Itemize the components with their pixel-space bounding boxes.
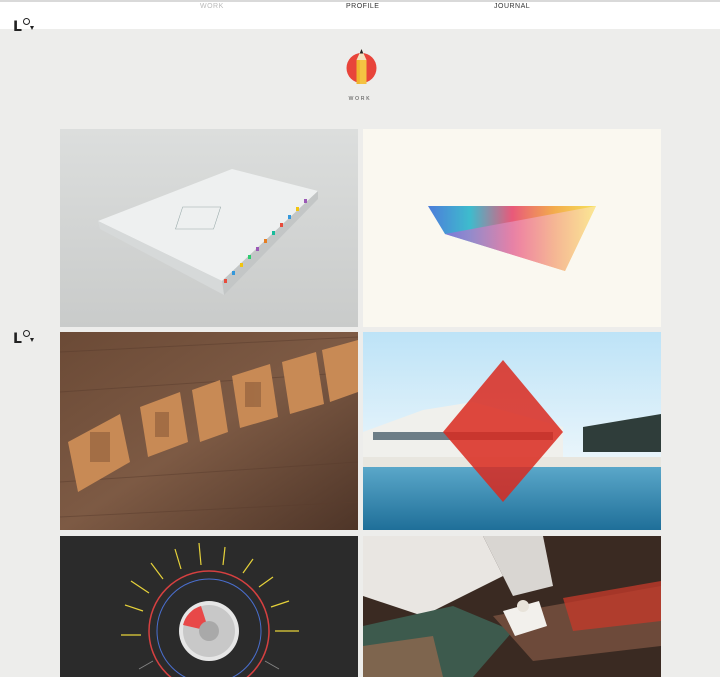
top-nav-bar: WORK PROFILE JOURNAL	[0, 0, 720, 29]
opera-house-image	[363, 332, 661, 530]
radial-data-viz-image	[60, 536, 358, 677]
nav-profile-link[interactable]: PROFILE	[346, 3, 379, 10]
logo-letter: L	[13, 19, 22, 35]
site-logo[interactable]: L	[13, 18, 34, 35]
section-title: WORK	[348, 96, 372, 102]
white-book-image	[60, 129, 358, 327]
nav-journal-link[interactable]: JOURNAL	[494, 3, 530, 10]
logo-dropdown-icon-floating	[29, 338, 34, 342]
logo-letter-floating: L	[13, 331, 22, 347]
wood-engraving-image	[60, 332, 358, 530]
logo-dropdown-icon	[29, 26, 34, 30]
logo-ring-icon-floating	[22, 330, 30, 337]
pencil-icon	[346, 49, 377, 84]
gallery-tile-radial-data-viz[interactable]	[60, 536, 358, 677]
gallery-tile-rainbow-prism[interactable]	[363, 129, 661, 327]
gallery-tile-white-book[interactable]	[60, 129, 358, 327]
gallery-tile-wood-engraving[interactable]	[60, 332, 358, 530]
gallery-tile-opera-house[interactable]	[363, 332, 661, 530]
rainbow-prism-image	[363, 129, 661, 327]
logo-ring-icon	[22, 18, 30, 25]
nav-work-link[interactable]: WORK	[200, 3, 224, 10]
gallery-tile-tattoo-artist[interactable]	[363, 536, 661, 677]
floating-logo[interactable]: L	[13, 330, 34, 347]
tattoo-artist-image	[363, 536, 661, 677]
